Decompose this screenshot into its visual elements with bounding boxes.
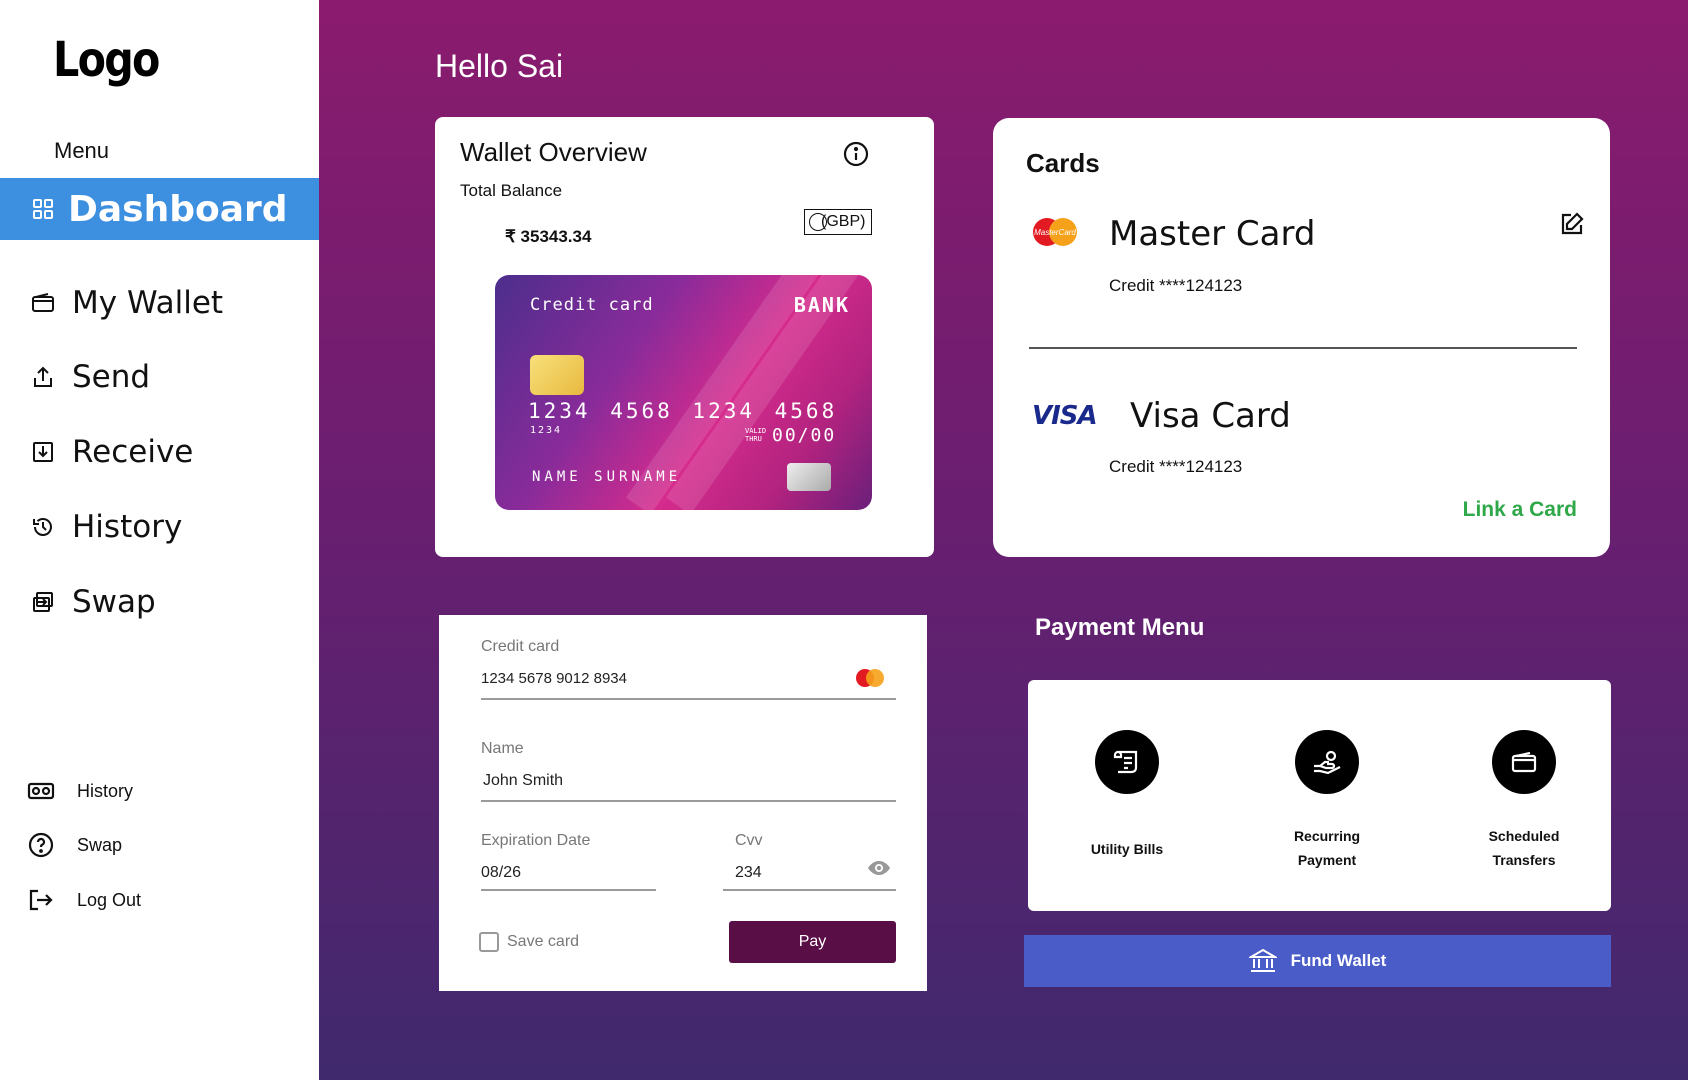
sidebar-item-label: Dashboard bbox=[68, 188, 288, 230]
credit-card-image: Credit card BANK 1234 4568 1234 4568 123… bbox=[495, 275, 872, 510]
card-visual-subnumber: 1234 bbox=[530, 425, 563, 436]
help-circle-icon bbox=[26, 830, 56, 860]
balance-value: ₹ 35343.34 bbox=[505, 227, 592, 246]
payment-menu-panel: Utility Bills Recurring Payment Schedule… bbox=[1028, 680, 1611, 911]
credit-card-form: Credit card 1234 5678 9012 8934 Name Joh… bbox=[439, 615, 927, 991]
cards-title: Cards bbox=[1026, 148, 1100, 178]
wallet-overview-title: Wallet Overview bbox=[460, 137, 647, 167]
card-visual-expiry: 00/00 bbox=[772, 425, 837, 446]
sidebar-item-swap[interactable]: Swap bbox=[0, 571, 319, 633]
card-visual-holder: NAME SURNAME bbox=[532, 469, 682, 485]
logo[interactable]: Logo bbox=[53, 32, 160, 88]
sidebar-item-my-wallet[interactable]: My Wallet bbox=[0, 272, 319, 334]
menu-label: Menu bbox=[54, 138, 110, 163]
swap-icon bbox=[30, 589, 56, 615]
eye-icon[interactable] bbox=[867, 859, 891, 877]
card-visual-valid: VALID THRU bbox=[745, 427, 767, 443]
card-number-input[interactable]: 1234 5678 9012 8934 bbox=[481, 670, 627, 687]
card-detail: Credit ****124123 bbox=[1109, 457, 1243, 476]
pay-button[interactable]: Pay bbox=[729, 921, 896, 963]
sidebar-item-logout[interactable]: Log Out bbox=[0, 880, 319, 920]
card-visual-number: 1234 4568 1234 4568 bbox=[528, 399, 838, 423]
card-number-label: Credit card bbox=[481, 638, 560, 655]
receipt-icon bbox=[1095, 730, 1159, 794]
total-balance-label: Total Balance bbox=[460, 181, 563, 200]
scheduled-transfers-label-2: Transfers bbox=[1492, 852, 1556, 868]
sidebar-item-history[interactable]: History bbox=[0, 496, 319, 558]
visa-logo: VISA bbox=[1032, 401, 1098, 431]
sidebar-item-label: My Wallet bbox=[72, 285, 224, 321]
history-icon bbox=[30, 514, 56, 540]
expiry-underline bbox=[481, 889, 656, 891]
sidebar-item-label: Swap bbox=[77, 834, 123, 855]
upload-icon bbox=[30, 364, 56, 390]
fund-wallet-button[interactable]: Fund Wallet bbox=[1024, 935, 1611, 987]
cvv-label: Cvv bbox=[735, 832, 763, 849]
vr-headset-icon bbox=[26, 776, 56, 806]
save-card-checkbox[interactable] bbox=[479, 932, 499, 952]
wallet-icon bbox=[1492, 730, 1556, 794]
currency-label: (GBP) bbox=[821, 213, 866, 230]
expiry-label: Expiration Date bbox=[481, 832, 591, 849]
chip-icon bbox=[530, 355, 584, 395]
sidebar-item-label: Receive bbox=[72, 434, 194, 470]
sidebar-item-label: Swap bbox=[72, 584, 156, 620]
edit-icon[interactable] bbox=[1560, 212, 1584, 236]
save-card-label: Save card bbox=[507, 933, 580, 950]
cvv-input[interactable]: 234 bbox=[735, 864, 762, 882]
recurring-payment-button[interactable]: Recurring Payment bbox=[1247, 730, 1407, 872]
download-icon bbox=[30, 439, 56, 465]
greeting: Hello Sai bbox=[435, 48, 564, 84]
utility-bills-button[interactable]: Utility Bills bbox=[1047, 730, 1207, 861]
mastercard-logo-text: MasterCard bbox=[1034, 228, 1076, 237]
cards-panel: Cards MasterCard Master Card Credit ****… bbox=[993, 118, 1610, 557]
sidebar-item-label: History bbox=[77, 780, 134, 801]
utility-bills-label: Utility Bills bbox=[1090, 841, 1164, 857]
sidebar: Logo Menu Dashboard My Wallet Send Recei… bbox=[0, 0, 319, 1080]
expiry-input[interactable]: 08/26 bbox=[481, 864, 521, 882]
card-brand-icon bbox=[787, 463, 831, 491]
hand-coin-icon bbox=[1295, 730, 1359, 794]
card-detail: Credit ****124123 bbox=[1109, 276, 1243, 295]
scheduled-transfers-button[interactable]: Scheduled Transfers bbox=[1444, 730, 1604, 872]
logout-icon bbox=[26, 885, 56, 915]
sidebar-item-dashboard[interactable]: Dashboard bbox=[0, 178, 319, 240]
mastercard-logo: MasterCard bbox=[1033, 218, 1077, 246]
card-name[interactable]: Visa Card bbox=[1130, 396, 1291, 436]
wallet-overview-panel: Wallet Overview Total Balance ₹ 35343.34… bbox=[435, 117, 934, 557]
name-underline bbox=[481, 800, 896, 802]
name-input[interactable]: John Smith bbox=[483, 772, 563, 790]
sidebar-item-history-secondary[interactable]: History bbox=[0, 771, 319, 811]
name-label: Name bbox=[481, 740, 524, 757]
cvv-underline bbox=[723, 889, 896, 891]
grid-icon bbox=[30, 196, 56, 222]
payment-menu-title: Payment Menu bbox=[1035, 614, 1205, 641]
recurring-payment-label-2: Payment bbox=[1297, 852, 1357, 868]
currency-selector[interactable]: (GBP) bbox=[804, 209, 872, 235]
scheduled-transfers-label-1: Scheduled bbox=[1488, 828, 1560, 844]
link-card-link[interactable]: Link a Card bbox=[1463, 498, 1577, 522]
info-icon[interactable] bbox=[843, 141, 869, 167]
fund-wallet-label: Fund Wallet bbox=[1290, 951, 1387, 970]
sidebar-item-swap-secondary[interactable]: Swap bbox=[0, 825, 319, 865]
recurring-payment-label-1: Recurring bbox=[1293, 828, 1361, 844]
card-visual-bank: BANK bbox=[793, 293, 850, 317]
card-number-underline bbox=[481, 698, 896, 700]
sidebar-item-label: Send bbox=[72, 359, 151, 395]
sidebar-item-label: Log Out bbox=[77, 889, 142, 910]
bank-icon bbox=[1248, 948, 1277, 972]
wallet-icon bbox=[30, 290, 56, 316]
card-name[interactable]: Master Card bbox=[1109, 214, 1315, 254]
sidebar-item-receive[interactable]: Receive bbox=[0, 421, 319, 483]
sidebar-item-send[interactable]: Send bbox=[0, 346, 319, 408]
main-content: Hello Sai Wallet Overview Total Balance … bbox=[319, 0, 1688, 1080]
sidebar-item-label: History bbox=[72, 509, 183, 545]
mastercard-icon bbox=[856, 669, 884, 687]
card-visual-title: Credit card bbox=[530, 295, 654, 315]
divider bbox=[1029, 347, 1577, 349]
